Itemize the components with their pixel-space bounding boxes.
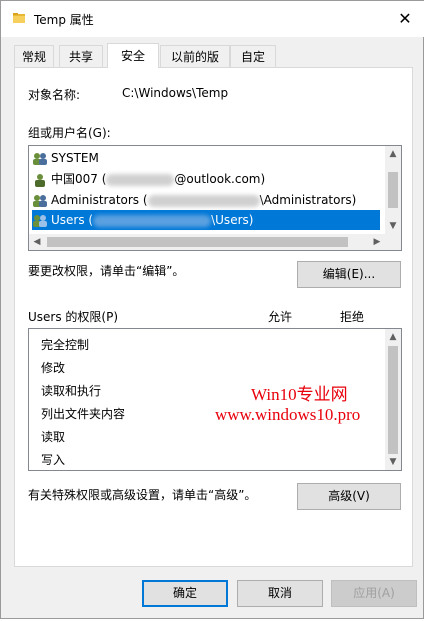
user-name: Administrators ( bbox=[51, 193, 148, 207]
folder-icon bbox=[13, 13, 25, 23]
object-name-label: 对象名称: bbox=[28, 88, 81, 102]
scroll-down-icon[interactable]: ▼ bbox=[385, 218, 401, 234]
object-name-value: C:\Windows\Temp bbox=[122, 86, 229, 100]
security-panel: 对象名称: C:\Windows\Temp 组或用户名(G): SYSTEM 中… bbox=[14, 67, 413, 567]
scroll-right-icon[interactable]: ▶ bbox=[369, 234, 385, 250]
tab-general[interactable]: 常规 bbox=[14, 45, 54, 67]
properties-window: Temp 属性 ✕ 常规 共享 安全 以前的版本 自定义 对象名称: C:\Wi… bbox=[0, 0, 425, 619]
user-suffix: @outlook.com) bbox=[174, 172, 266, 186]
vertical-scrollbar[interactable]: ▲ ▼ bbox=[385, 329, 401, 470]
scroll-up-icon[interactable]: ▲ bbox=[385, 329, 401, 345]
list-item[interactable]: Administrators ( \Administrators) bbox=[32, 190, 383, 210]
user-icon bbox=[32, 173, 48, 187]
permissions-list[interactable]: 完全控制 修改 读取和执行 列出文件夹内容 读取 写入 ▲ ▼ Win10专业网… bbox=[28, 328, 402, 471]
list-item[interactable]: 中国007 ( @outlook.com) bbox=[32, 169, 383, 189]
user-suffix: \Administrators) bbox=[259, 193, 357, 207]
watermark-line1: Win10专业网 bbox=[251, 385, 348, 404]
list-item[interactable]: SYSTEM bbox=[32, 148, 383, 168]
cancel-button[interactable]: 取消 bbox=[237, 580, 323, 607]
scroll-thumb[interactable] bbox=[388, 346, 398, 454]
permission-item: 列出文件夹内容 bbox=[41, 407, 126, 421]
advanced-button[interactable]: 高级(V) bbox=[297, 483, 401, 510]
redacted-text bbox=[93, 214, 212, 227]
group-user-list[interactable]: SYSTEM 中国007 ( @outlook.com) Administrato… bbox=[28, 145, 402, 251]
tab-customize[interactable]: 自定义 bbox=[230, 45, 276, 86]
user-name: Users ( bbox=[51, 213, 94, 227]
permissions-label: Users 的权限(P) bbox=[28, 310, 119, 324]
title-bar: Temp 属性 ✕ bbox=[1, 1, 425, 37]
permission-item: 写入 bbox=[41, 453, 66, 467]
scroll-thumb[interactable] bbox=[388, 172, 398, 208]
scroll-left-icon[interactable]: ◀ bbox=[29, 234, 45, 250]
list-item-selected[interactable]: Users ( \Users) bbox=[32, 210, 380, 230]
edit-button[interactable]: 编辑(E)... bbox=[297, 261, 401, 288]
close-button[interactable]: ✕ bbox=[391, 5, 419, 31]
scroll-corner bbox=[385, 234, 401, 250]
user-group-icon bbox=[32, 194, 48, 208]
scroll-up-icon[interactable]: ▲ bbox=[385, 146, 401, 162]
user-name: SYSTEM bbox=[51, 151, 99, 165]
scroll-down-icon[interactable]: ▼ bbox=[385, 454, 401, 470]
permission-item: 读取 bbox=[41, 430, 66, 444]
edit-hint: 要更改权限，请单击“编辑”。 bbox=[28, 264, 185, 278]
tab-sharing[interactable]: 共享 bbox=[59, 45, 103, 67]
horizontal-scrollbar[interactable]: ◀ ▶ bbox=[29, 234, 385, 250]
redacted-text bbox=[106, 173, 175, 186]
tab-previous-versions[interactable]: 以前的版本 bbox=[160, 45, 230, 86]
scroll-thumb[interactable] bbox=[47, 237, 348, 247]
window-title: Temp 属性 bbox=[34, 13, 94, 27]
apply-button[interactable]: 应用(A) bbox=[331, 580, 417, 607]
allow-header: 允许 bbox=[268, 310, 293, 324]
permission-item: 读取和执行 bbox=[41, 384, 102, 398]
redacted-text bbox=[147, 194, 260, 207]
ok-button[interactable]: 确定 bbox=[142, 580, 228, 607]
tab-security[interactable]: 安全 bbox=[107, 43, 159, 68]
advanced-hint: 有关特殊权限或高级设置，请单击“高级”。 bbox=[28, 488, 257, 502]
user-group-icon bbox=[32, 152, 48, 166]
user-name: 中国007 ( bbox=[51, 172, 107, 186]
vertical-scrollbar[interactable]: ▲ ▼ bbox=[385, 146, 401, 234]
user-suffix: \Users) bbox=[211, 213, 254, 227]
permission-item: 修改 bbox=[41, 361, 66, 375]
deny-header: 拒绝 bbox=[340, 310, 365, 324]
permission-item: 完全控制 bbox=[41, 338, 90, 352]
group-user-label: 组或用户名(G): bbox=[28, 126, 111, 140]
close-icon: ✕ bbox=[398, 8, 412, 28]
user-group-icon bbox=[32, 214, 48, 228]
watermark-line2: www.windows10.pro bbox=[215, 405, 361, 424]
